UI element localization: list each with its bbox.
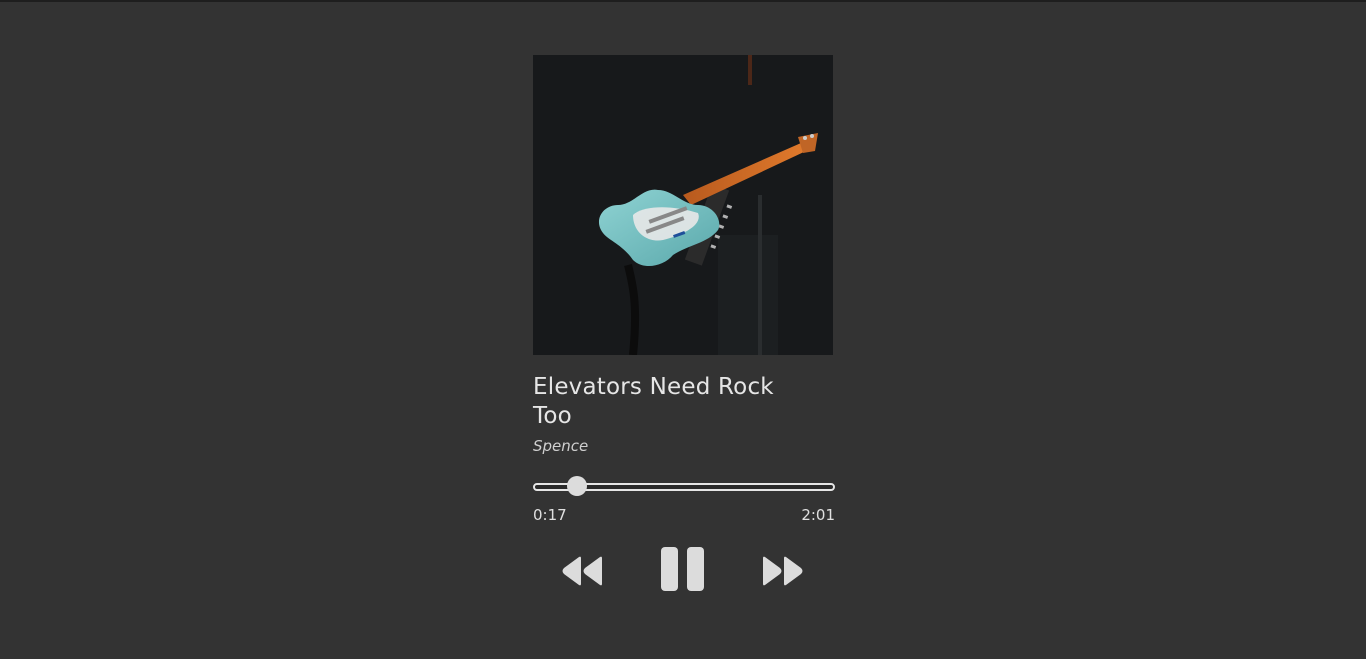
guitar-image — [533, 55, 833, 355]
window-top-border — [0, 0, 1366, 2]
progress-thumb[interactable] — [567, 476, 587, 496]
album-cover — [533, 55, 833, 355]
current-time: 0:17 — [533, 506, 567, 524]
music-player: Elevators Need Rock Too Spence 0:17 2:01 — [533, 55, 835, 596]
pause-button[interactable] — [660, 546, 706, 592]
playback-controls — [533, 546, 835, 596]
pause-icon — [661, 547, 704, 591]
total-time: 2:01 — [801, 506, 835, 524]
next-button[interactable] — [762, 555, 804, 587]
previous-button[interactable] — [561, 555, 603, 587]
progress-slider[interactable] — [533, 476, 835, 498]
track-artist: Spence — [533, 437, 589, 455]
fast-forward-icon — [763, 556, 803, 586]
time-display: 0:17 2:01 — [533, 506, 835, 524]
rewind-icon — [562, 556, 602, 586]
track-title: Elevators Need Rock Too — [533, 374, 774, 429]
